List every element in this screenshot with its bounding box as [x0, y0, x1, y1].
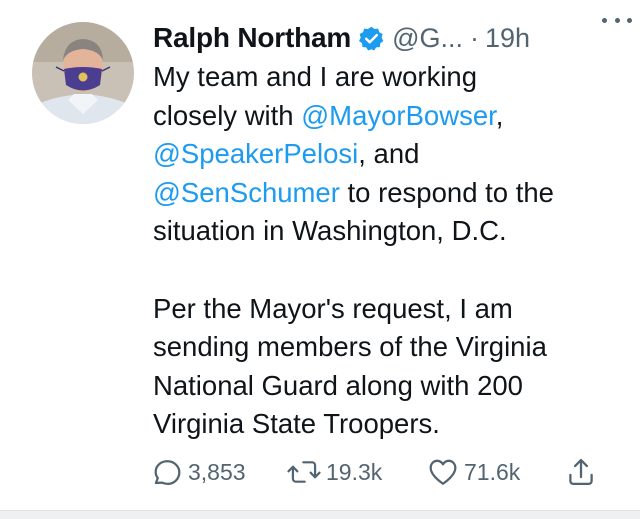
tweet-text-fragment: , and: [358, 138, 420, 170]
reply-button[interactable]: 3,853: [150, 452, 246, 492]
tweet-text-line: @SenSchumer to respond to the: [153, 174, 623, 213]
retweet-icon: [286, 455, 322, 489]
mention-link[interactable]: @SenSchumer: [153, 177, 340, 208]
more-options-icon[interactable]: [602, 10, 632, 30]
tweet-header: Ralph Northam @G... · 19h: [153, 18, 613, 58]
tweet-text-line: Virginia State Troopers.: [153, 408, 440, 440]
paragraph-break: [153, 251, 623, 290]
like-icon: [426, 455, 460, 489]
author-handle[interactable]: @G...: [392, 23, 463, 54]
tweet-text-fragment: to respond to the: [339, 176, 554, 208]
tweet-text-line: situation in Washington, D.C.: [153, 215, 507, 247]
tweet-divider: [0, 510, 640, 519]
mention-link[interactable]: @MayorBowser: [301, 100, 496, 131]
tweet-text-line: My team and I are working: [153, 61, 478, 92]
mention-link[interactable]: @SpeakerPelosi: [153, 138, 358, 169]
author-name[interactable]: Ralph Northam: [153, 22, 351, 54]
like-button[interactable]: 71.6k: [426, 452, 520, 492]
more-dot: [614, 17, 620, 23]
tweet-text-line: Per the Mayor's request, I am: [153, 292, 513, 324]
retweet-count: 19.3k: [326, 458, 383, 485]
tweet-timestamp[interactable]: 19h: [485, 23, 530, 54]
like-count: 71.6k: [464, 458, 521, 485]
tweet-text-line: sending members of the Virginia: [153, 331, 547, 363]
reply-icon: [150, 455, 184, 489]
avatar[interactable]: [32, 22, 134, 124]
header-separator: ·: [470, 22, 479, 53]
tweet-text-line: @SpeakerPelosi, and: [153, 135, 623, 174]
tweet-text-fragment: closely with: [153, 99, 302, 131]
share-button[interactable]: [564, 452, 598, 492]
tweet-text: My team and I are working closely with @…: [153, 58, 623, 444]
tweet-text-line: closely with @MayorBowser,: [153, 97, 623, 136]
action-bar: 3,853 19.3k 71.6k: [150, 452, 610, 492]
tweet-text-line: National Guard along with 200: [153, 369, 523, 401]
verified-badge-icon: [358, 25, 385, 52]
share-icon: [564, 455, 598, 489]
retweet-button[interactable]: 19.3k: [286, 452, 382, 492]
tweet-text-fragment: ,: [495, 99, 504, 131]
reply-count: 3,853: [188, 458, 246, 485]
more-dot: [602, 17, 607, 23]
tweet[interactable]: Ralph Northam @G... · 19h My team and I …: [0, 0, 640, 519]
more-dot: [627, 17, 632, 23]
